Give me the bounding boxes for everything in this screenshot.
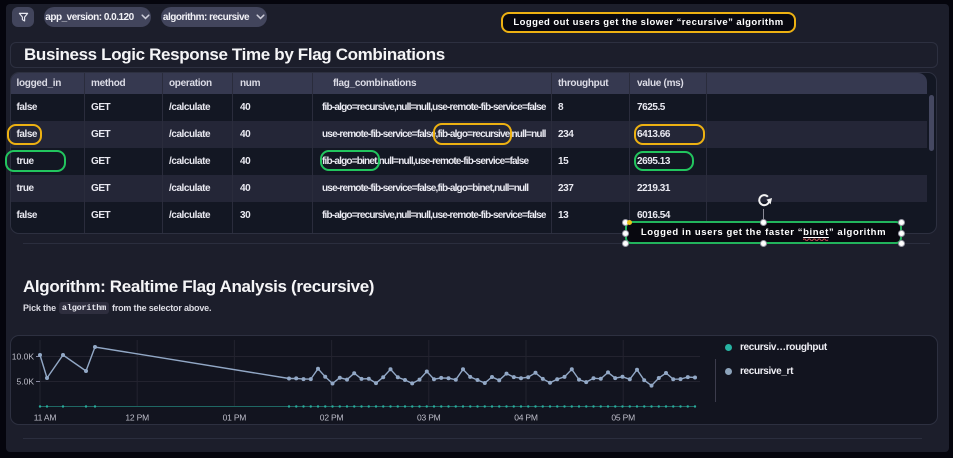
svg-text:03 PM: 03 PM	[417, 413, 441, 423]
svg-text:10.0K: 10.0K	[12, 352, 35, 362]
svg-text:04 PM: 04 PM	[514, 413, 538, 423]
svg-text:12 PM: 12 PM	[125, 413, 149, 423]
svg-text:11 AM: 11 AM	[34, 413, 57, 423]
svg-text:02 PM: 02 PM	[320, 413, 344, 423]
svg-text:05 PM: 05 PM	[611, 413, 635, 423]
svg-text:01 PM: 01 PM	[223, 413, 247, 423]
svg-text:5.0K: 5.0K	[17, 377, 35, 387]
